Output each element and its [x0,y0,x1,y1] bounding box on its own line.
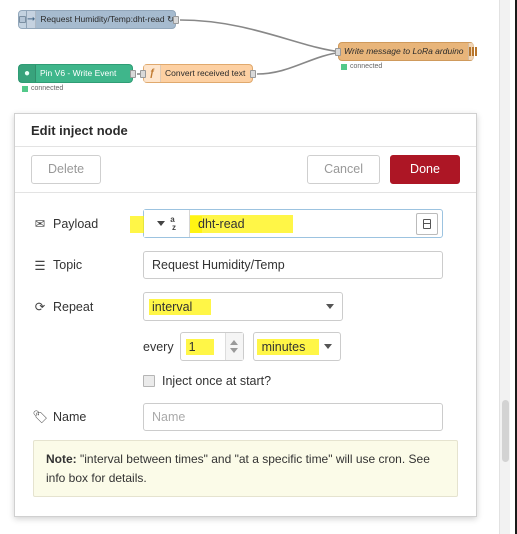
interval-row: every 1 minutes [143,332,458,361]
payload-type-select[interactable]: a z [144,210,190,237]
repeat-row: ⟳ Repeat interval [33,292,458,321]
flow-node-pin[interactable]: ● Pin V6 - Write Event [18,64,136,83]
serial-input-port[interactable] [335,47,341,56]
payload-input[interactable]: dht-read [190,217,416,231]
dialog-toolbar: Delete Cancel Done [15,147,476,193]
repeat-selected-value: interval [152,299,193,314]
interval-units-select[interactable]: minutes [252,332,341,361]
delete-button[interactable]: Delete [31,155,102,184]
string-type-icon: a z [170,214,176,232]
flow-node-inject[interactable]: ➞ Request Humidity/Temp:dht-read ↻ [18,10,179,29]
status-dot-icon [341,63,347,70]
every-label: every [143,339,174,354]
inject-once-row[interactable]: Inject once at start? [143,374,458,388]
flow-node-function[interactable]: ƒ Convert received text [140,64,256,83]
envelope-icon: ✉ [34,217,46,231]
done-button[interactable]: Done [390,155,460,184]
pin-output-port[interactable] [130,69,136,78]
payload-expand-button[interactable] [416,212,438,235]
inject-arrow-icon: ➞ [27,11,37,28]
flow-node-pin-label: Pin V6 - Write Event [40,68,117,79]
interval-units-value: minutes [261,339,306,354]
inject-once-label: Inject once at start? [162,374,272,388]
function-output-port[interactable] [250,69,256,78]
stepper-up-icon[interactable] [230,340,239,345]
cancel-button[interactable]: Cancel [307,155,380,184]
flow-node-inject-label: Request Humidity/Temp:dht-read ↻ [40,14,175,25]
chevron-down-icon [157,221,165,226]
payload-label-group: ✉ Payload [33,216,143,232]
function-f-icon: ƒ [144,65,161,82]
flow-node-serial-status: connected [341,63,382,70]
repeat-label: Repeat [53,299,94,314]
inject-output-port[interactable] [173,15,179,24]
interval-count-input[interactable]: 1 [181,340,225,354]
status-text: connected [350,63,383,70]
topic-label-group: ☰ Topic [33,258,143,273]
payload-field[interactable]: a z dht-read [130,209,443,238]
payload-label: Payload [53,216,99,231]
name-row: 🏷 Name Name [32,403,458,431]
status-text: connected [31,85,64,92]
flow-node-function-label: Convert received text [165,68,246,79]
stepper-down-icon[interactable] [230,348,239,353]
tag-icon: 🏷 [32,409,48,424]
stepper-buttons[interactable] [224,333,243,360]
topic-input[interactable]: Request Humidity/Temp [143,251,443,279]
list-lines-icon: ☰ [34,258,46,273]
refresh-icon: ⟳ [34,300,46,314]
page-scrollbar[interactable] [499,0,510,534]
topic-row: ☰ Topic Request Humidity/Temp [33,251,458,279]
serial-bars-icon [467,43,477,60]
chevron-down-icon [323,344,332,349]
repeat-label-group: ⟳ Repeat [33,299,143,315]
flow-node-pin-status: connected [22,85,63,92]
dialog-body: ✉ Payload a z dht-read ☰ Topic Request H… [15,193,476,516]
page-scrollbar-thumb[interactable] [502,400,509,462]
edit-inject-node-dialog: Edit inject node Delete Cancel Done ✉ Pa… [14,113,477,517]
interval-count-stepper[interactable]: 1 [179,332,244,361]
inject-trigger-button[interactable] [19,11,27,28]
note-box: Note: "interval between times" and "at a… [33,440,458,498]
note-prefix: Note: [46,452,77,466]
repeat-select[interactable]: interval [143,292,343,321]
blynk-icon: ● [19,65,36,82]
payload-row: ✉ Payload a z dht-read [33,209,458,238]
flow-canvas[interactable]: ➞ Request Humidity/Temp:dht-read ↻ ● Pin… [0,0,517,110]
name-label: Name [53,410,87,424]
inject-once-checkbox[interactable] [143,375,155,387]
flow-node-serial-label: Write message to LoRa arduino [344,46,464,57]
chevron-down-icon [326,304,334,309]
status-dot-icon [22,85,28,92]
name-label-group: 🏷 Name [32,409,143,425]
function-input-port[interactable] [140,69,146,78]
topic-label: Topic [53,258,83,272]
note-text: "interval between times" and "at a speci… [46,452,430,485]
dialog-title: Edit inject node [15,114,476,147]
flow-node-serial[interactable]: Write message to LoRa arduino [335,42,477,61]
name-input[interactable]: Name [143,403,443,431]
